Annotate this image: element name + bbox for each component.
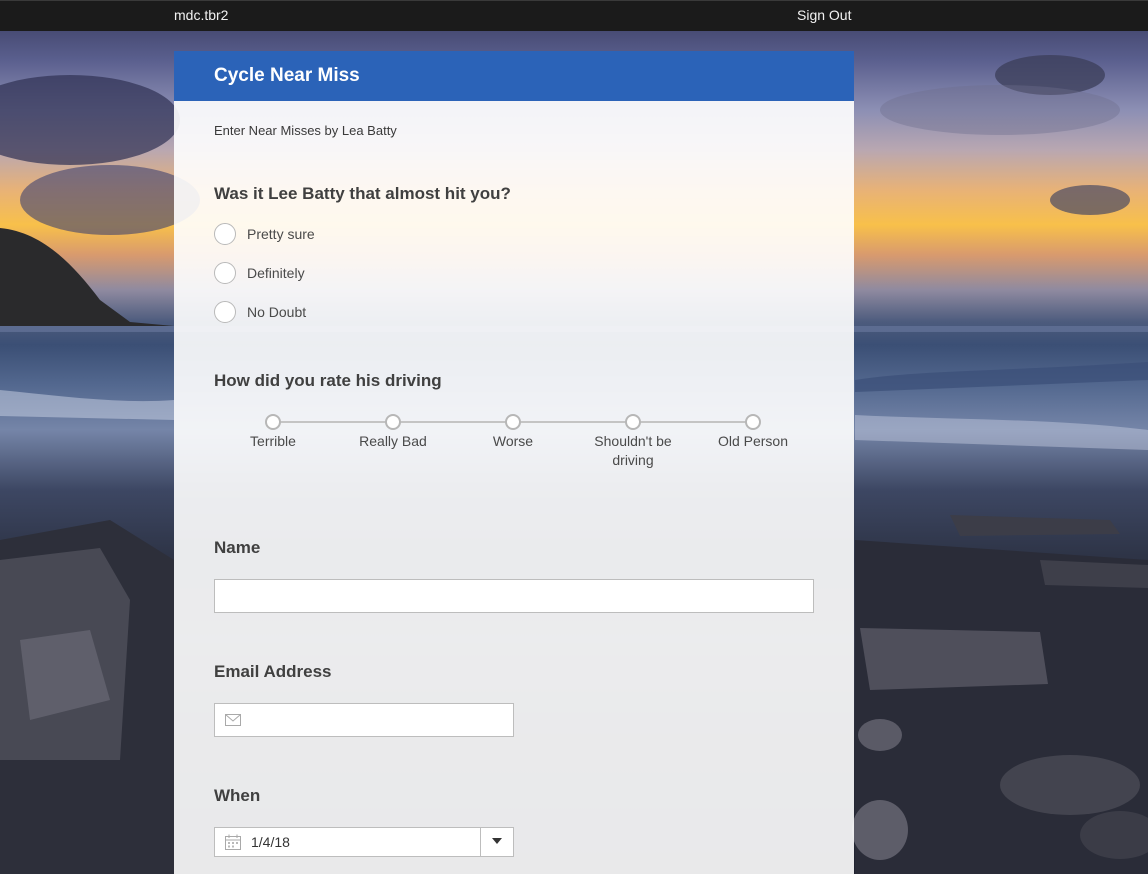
name-label: Name: [214, 538, 261, 557]
rating-option-really-bad[interactable]: [385, 414, 401, 430]
radio-button[interactable]: [214, 262, 236, 284]
calendar-icon: [225, 834, 241, 850]
rating-option-worse[interactable]: [505, 414, 521, 430]
email-label: Email Address: [214, 662, 332, 681]
rating-label: Worse: [492, 433, 534, 449]
radio-button[interactable]: [214, 223, 236, 245]
radio-label: Definitely: [247, 265, 305, 281]
radio-option-pretty-sure[interactable]: Pretty sure: [214, 221, 315, 247]
rating-label: Really Bad: [359, 433, 427, 449]
question-who: Was it Lee Batty that almost hit you?: [214, 184, 511, 203]
radio-label: Pretty sure: [247, 226, 315, 242]
form-title: Cycle Near Miss: [214, 65, 360, 86]
question-rating: How did you rate his driving: [214, 371, 442, 390]
radio-label: No Doubt: [247, 304, 307, 320]
survey-form: Cycle Near Miss Enter Near Misses by Lea…: [174, 51, 854, 874]
radio-button[interactable]: [214, 301, 236, 323]
top-bar: mdc.tbr2 Sign Out: [0, 0, 1148, 31]
rating-option-old-person[interactable]: [745, 414, 761, 430]
rating-label: Old Person: [717, 433, 789, 449]
user-name: mdc.tbr2: [174, 7, 229, 23]
email-input[interactable]: [214, 703, 514, 737]
form-description: Enter Near Misses by Lea Batty: [214, 123, 397, 138]
sign-out-link[interactable]: Sign Out: [797, 7, 851, 23]
name-input[interactable]: [214, 579, 814, 613]
rating-label: Shouldn't be driving: [594, 433, 672, 468]
rating-label: Terrible: [250, 433, 296, 449]
rating-option-terrible[interactable]: [265, 414, 281, 430]
date-dropdown-button[interactable]: [480, 827, 514, 857]
radio-option-definitely[interactable]: Definitely: [214, 260, 305, 286]
date-value: 1/4/18: [251, 834, 290, 850]
rating-option-shouldnt-be-driving[interactable]: [625, 414, 641, 430]
when-label: When: [214, 786, 261, 805]
chevron-down-icon: [492, 838, 502, 844]
radio-option-no-doubt[interactable]: No Doubt: [214, 299, 306, 325]
mail-icon: [225, 714, 241, 726]
form-header: Cycle Near Miss: [174, 51, 854, 101]
